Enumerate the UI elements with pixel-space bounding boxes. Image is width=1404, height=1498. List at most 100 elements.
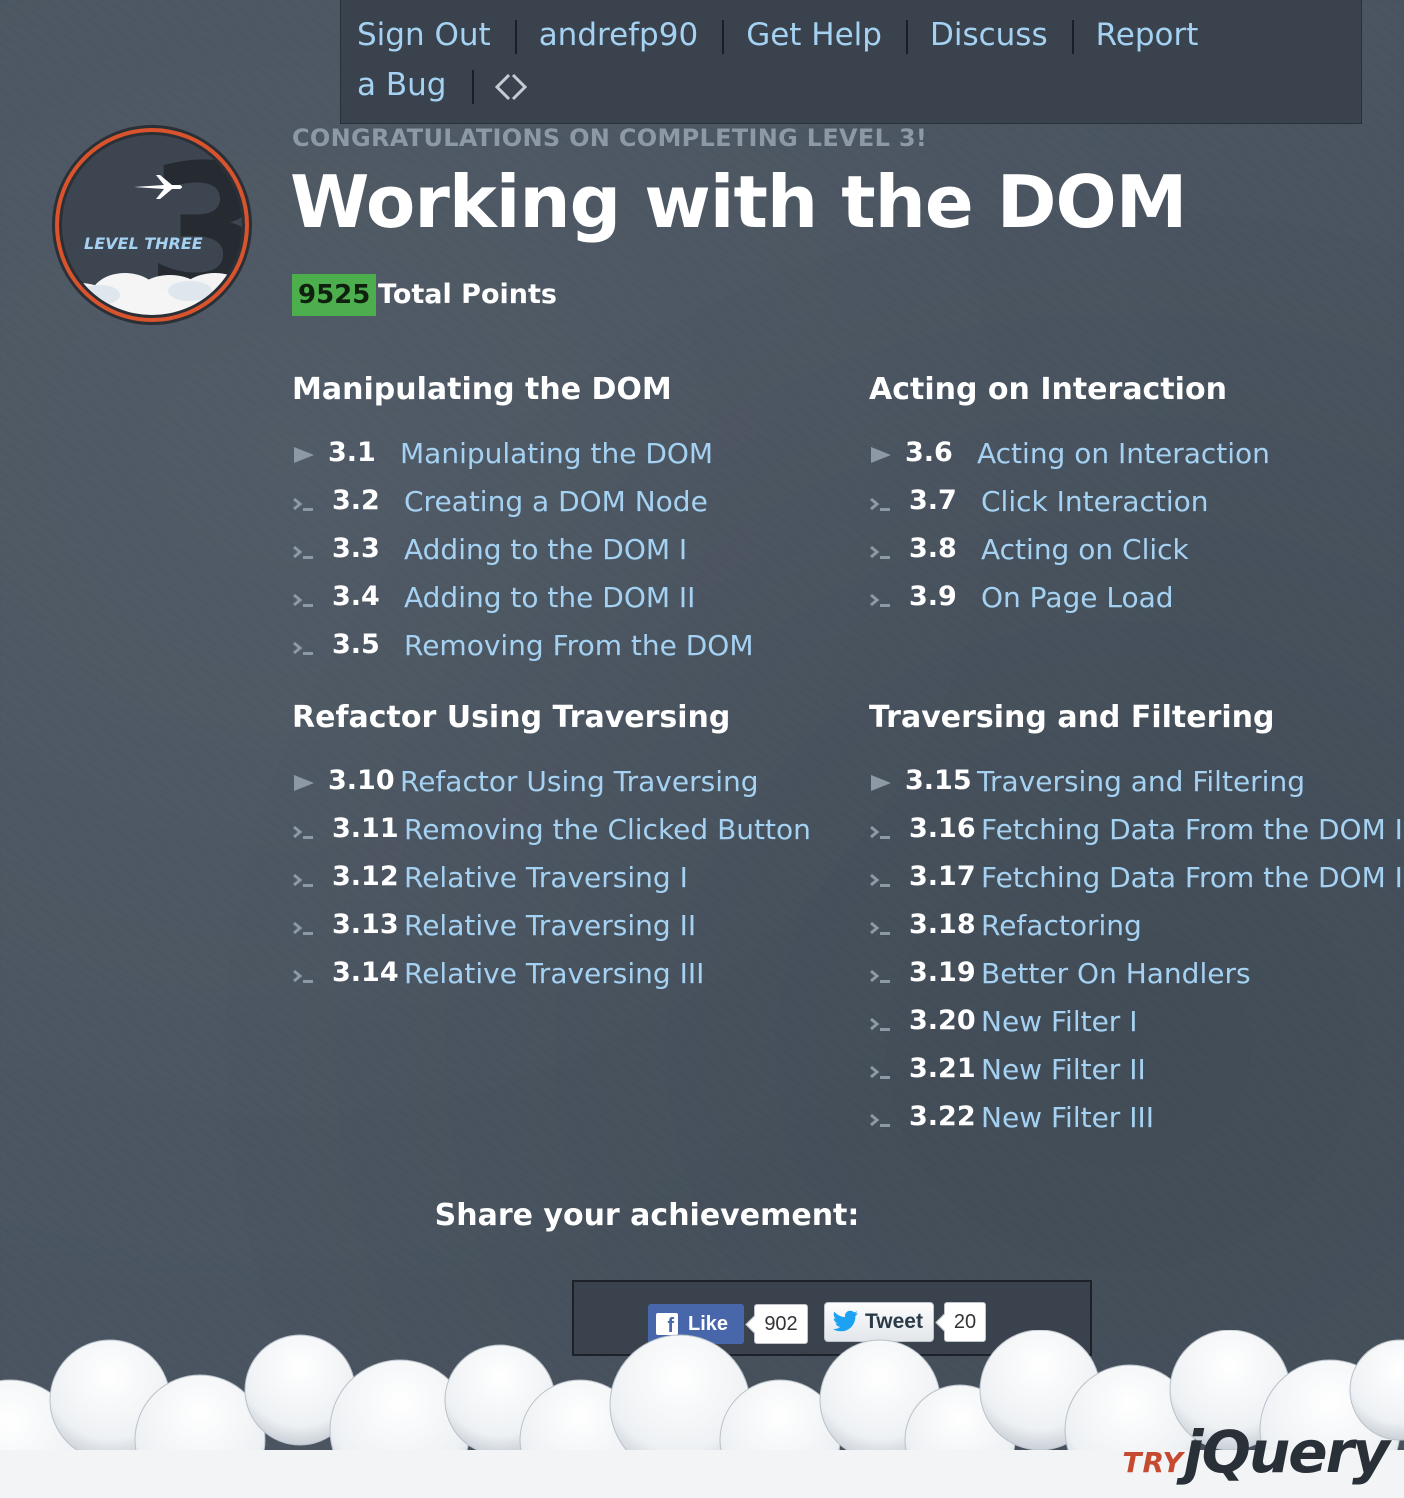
discuss-link[interactable]: Discuss xyxy=(930,17,1048,53)
lesson-link[interactable]: Refactoring xyxy=(981,909,1142,942)
lesson-item[interactable]: 3.2 Creating a DOM Node xyxy=(292,485,708,533)
report-bug-link[interactable]: Report xyxy=(1096,17,1199,53)
lesson-item[interactable]: 3.17 Fetching Data From the DOM II xyxy=(869,861,1404,909)
lesson-link[interactable]: Acting on Click xyxy=(981,533,1189,566)
sign-out-link[interactable]: Sign Out xyxy=(357,17,491,53)
section-refactor-traversing: Refactor Using Traversing 3.10 Refactor Us… xyxy=(292,700,811,1005)
lesson-number: 3.20 xyxy=(909,1005,976,1036)
lesson-item[interactable]: 3.16 Fetching Data From the DOM I xyxy=(869,813,1403,861)
share-title: Share your achievement: xyxy=(434,1198,860,1233)
play-icon xyxy=(869,773,893,793)
try-jquery-logo[interactable]: TRYjQuery xyxy=(1122,1418,1390,1486)
lesson-link[interactable]: New Filter I xyxy=(981,1005,1137,1038)
section-title: Traversing and Filtering xyxy=(869,700,1275,735)
lesson-link[interactable]: On Page Load xyxy=(981,581,1174,614)
lesson-item[interactable]: 3.11 Removing the Clicked Button xyxy=(292,813,811,861)
congrats-text: CONGRATULATIONS ON COMPLETING LEVEL 3! xyxy=(292,124,928,152)
lesson-number: 3.13 xyxy=(332,909,399,940)
lesson-number: 3.2 xyxy=(332,485,380,516)
lesson-link[interactable]: Relative Traversing I xyxy=(404,861,688,894)
username-link[interactable]: andrefp90 xyxy=(539,17,699,53)
lesson-item[interactable]: 3.3 Adding to the DOM I xyxy=(292,533,687,581)
section-manipulating-dom: Manipulating the DOM 3.1 Manipulating the … xyxy=(292,372,753,677)
lesson-link[interactable]: Removing the Clicked Button xyxy=(404,813,811,846)
prompt-icon xyxy=(869,1013,893,1033)
lesson-link[interactable]: Adding to the DOM I xyxy=(404,533,687,566)
lesson-number: 3.6 xyxy=(905,437,953,468)
lesson-item[interactable]: 3.20 New Filter I xyxy=(869,1005,1275,1053)
lesson-number: 3.7 xyxy=(909,485,957,516)
page-title: Working with the DOM xyxy=(290,160,1187,244)
prompt-icon xyxy=(292,821,316,841)
prompt-icon xyxy=(292,541,316,561)
section-title: Manipulating the DOM xyxy=(292,372,672,407)
lesson-link[interactable]: Fetching Data From the DOM II xyxy=(981,861,1404,894)
lesson-link[interactable]: Manipulating the DOM xyxy=(400,437,713,470)
lesson-item[interactable]: 3.19 Better On Handlers xyxy=(869,957,1275,1005)
lesson-item[interactable]: 3.10 Refactor Using Traversing xyxy=(292,765,759,813)
points-label: Total Points xyxy=(378,279,557,310)
lesson-item[interactable]: 3.22 New Filter III xyxy=(869,1101,1275,1149)
prompt-icon xyxy=(292,869,316,889)
lesson-item[interactable]: 3.13 Relative Traversing II xyxy=(292,909,730,957)
section-title: Acting on Interaction xyxy=(869,372,1227,407)
lesson-link[interactable]: Relative Traversing III xyxy=(404,957,704,990)
lesson-item[interactable]: 3.8 Acting on Click xyxy=(869,533,1227,581)
cloud-footer: TRYjQuery xyxy=(0,1329,1404,1498)
lesson-item[interactable]: 3.14 Relative Traversing III xyxy=(292,957,730,1005)
lesson-link[interactable]: Acting on Interaction xyxy=(977,437,1270,470)
prompt-icon xyxy=(869,1109,893,1129)
lesson-item[interactable]: 3.1 Manipulating the DOM xyxy=(292,437,713,485)
nav-divider xyxy=(1071,19,1074,54)
lesson-link[interactable]: Adding to the DOM II xyxy=(404,581,695,614)
lesson-number: 3.18 xyxy=(909,909,976,940)
level-badge: 3 LEVEL THREE xyxy=(50,123,254,327)
lesson-link[interactable]: New Filter III xyxy=(981,1101,1154,1134)
prompt-icon xyxy=(869,541,893,561)
lesson-item[interactable]: 3.12 Relative Traversing I xyxy=(292,861,730,909)
prompt-icon xyxy=(869,965,893,985)
prompt-icon xyxy=(869,821,893,841)
lesson-item[interactable]: 3.18 Refactoring xyxy=(869,909,1275,957)
lesson-link[interactable]: New Filter II xyxy=(981,1053,1146,1086)
lesson-link[interactable]: Relative Traversing II xyxy=(404,909,696,942)
section-title: Refactor Using Traversing xyxy=(292,700,731,735)
prompt-icon xyxy=(292,589,316,609)
lesson-number: 3.4 xyxy=(332,581,380,612)
lesson-number: 3.3 xyxy=(332,533,380,564)
lesson-link[interactable]: Creating a DOM Node xyxy=(404,485,708,518)
top-navigation: Sign Out andrefp90 Get Help Discuss Report a… xyxy=(340,0,1362,124)
lesson-item[interactable]: 3.5 Removing From the DOM xyxy=(292,629,753,677)
lesson-item[interactable]: 3.9 On Page Load xyxy=(869,581,1227,629)
lesson-item[interactable]: 3.15 Traversing and Filtering xyxy=(869,765,1305,813)
play-icon xyxy=(292,773,316,793)
lesson-item[interactable]: 3.4 Adding to the DOM II xyxy=(292,581,695,629)
nav-divider xyxy=(905,19,908,54)
lesson-link[interactable]: Traversing and Filtering xyxy=(977,765,1305,798)
section-acting-on-interaction: Acting on Interaction 3.6 Acting on Intera… xyxy=(869,372,1270,629)
lesson-link[interactable]: Click Interaction xyxy=(981,485,1209,518)
get-help-link[interactable]: Get Help xyxy=(746,17,882,53)
prompt-icon xyxy=(292,637,316,657)
lesson-number: 3.12 xyxy=(332,861,399,892)
report-bug-link-continued[interactable]: a Bug xyxy=(357,67,446,103)
prompt-icon xyxy=(292,917,316,937)
prompt-icon xyxy=(869,917,893,937)
nav-divider xyxy=(722,19,725,54)
lesson-item[interactable]: 3.6 Acting on Interaction xyxy=(869,437,1270,485)
lesson-number: 3.5 xyxy=(332,629,380,660)
lesson-item[interactable]: 3.7 Click Interaction xyxy=(869,485,1227,533)
lesson-link[interactable]: Fetching Data From the DOM I xyxy=(981,813,1403,846)
lesson-number: 3.11 xyxy=(332,813,399,844)
lesson-number: 3.19 xyxy=(909,957,976,988)
lesson-link[interactable]: Better On Handlers xyxy=(981,957,1251,990)
lesson-link[interactable]: Removing From the DOM xyxy=(404,629,753,662)
nav-line-1: Sign Out andrefp90 Get Help Discuss Report xyxy=(357,10,1347,60)
lesson-link[interactable]: Refactor Using Traversing xyxy=(400,765,759,798)
lesson-item[interactable]: 3.21 New Filter II xyxy=(869,1053,1275,1101)
nav-divider xyxy=(514,19,517,54)
logo-jquery: jQuery xyxy=(1183,1418,1390,1486)
lesson-number: 3.10 xyxy=(328,765,395,796)
code-icon[interactable] xyxy=(492,69,528,105)
lesson-number: 3.16 xyxy=(909,813,976,844)
